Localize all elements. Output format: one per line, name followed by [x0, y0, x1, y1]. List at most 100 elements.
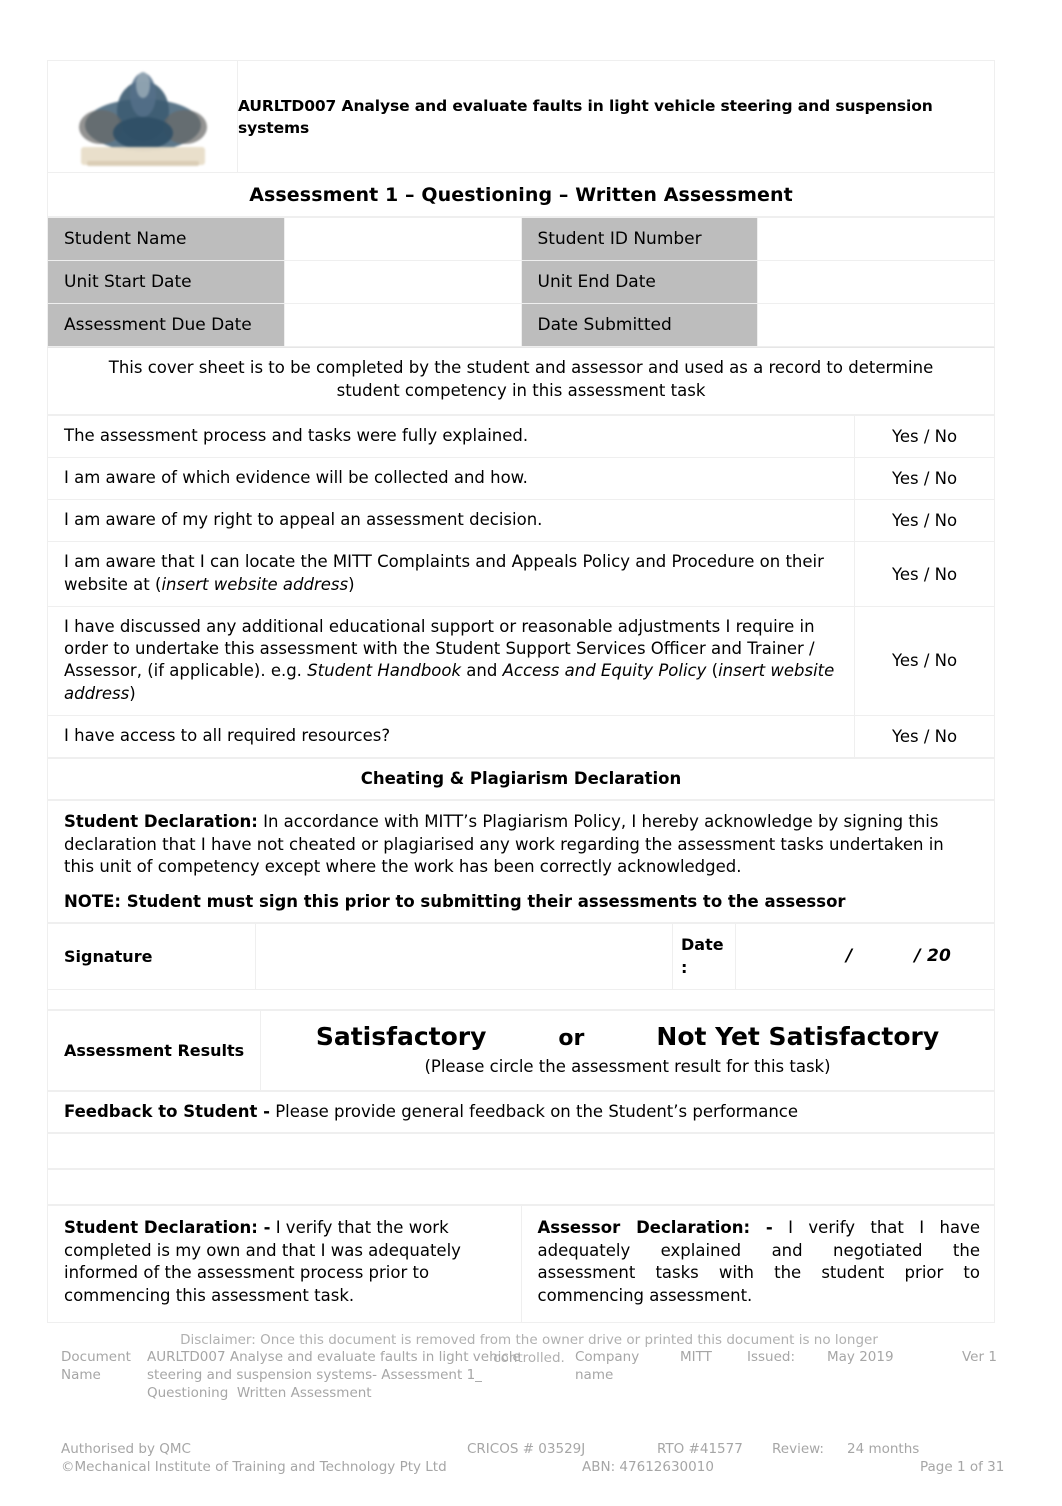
table-row: Student Name Student ID Number — [47, 217, 995, 261]
student-details-table: Student Name Student ID Number Unit Star… — [47, 217, 995, 347]
question-6-answer[interactable]: Yes / No — [854, 714, 995, 759]
feedback-input-row-2[interactable] — [47, 1168, 995, 1205]
input-student-name[interactable] — [283, 217, 522, 261]
label-assessment-results: Assessment Results — [47, 1009, 261, 1091]
footer-issued-label: Issued: — [747, 1349, 796, 1365]
question-5-text: I have discussed any additional educatio… — [47, 605, 855, 716]
footer-row-2: Authorised by QMC CRICOS # 03529J RTO #4… — [47, 1441, 1015, 1459]
input-signature[interactable] — [255, 922, 673, 990]
feedback-instruction: Please provide general feedback on the S… — [269, 1101, 799, 1121]
input-unit-start-date[interactable] — [283, 260, 522, 304]
footer-abn: ABN: 47612630010 — [582, 1459, 714, 1475]
plagiarism-note: NOTE: Student must sign this prior to su… — [64, 891, 846, 911]
logo-cell — [47, 60, 238, 173]
input-date-submitted[interactable] — [757, 303, 995, 347]
table-row: I am aware of which evidence will be col… — [47, 456, 995, 501]
final-declarations-table: Student Declaration: - I verify that the… — [47, 1204, 995, 1324]
table-row: I am aware of my right to appeal an asse… — [47, 499, 995, 543]
student-declaration-label: Student Declaration: — [64, 812, 258, 832]
label-assessment-due-date: Assessment Due Date — [47, 303, 285, 347]
spacer-cell — [47, 988, 995, 1010]
feedback-label: Feedback to Student - — [64, 1101, 270, 1121]
label-unit-start-date: Unit Start Date — [47, 260, 285, 304]
question-4-text: I am aware that I can locate the MITT Co… — [47, 541, 855, 607]
plagiarism-heading: Cheating & Plagiarism Declaration — [47, 758, 995, 801]
label-student-id: Student ID Number — [520, 217, 759, 261]
option-satisfactory[interactable]: Satisfactory — [316, 1022, 487, 1051]
table-row: I have access to all required resources?… — [47, 714, 995, 759]
label-signature: Signature — [47, 922, 256, 990]
table-row: Assessment Due Date Date Submitted — [47, 303, 995, 347]
assessment-title-row: Assessment 1 – Questioning – Written Ass… — [47, 172, 995, 217]
declaration-questions-table: The assessment process and tasks were fu… — [47, 414, 995, 759]
footer-review-value: 24 months — [847, 1441, 920, 1457]
date-year-suffix: / 20 — [914, 946, 952, 967]
unit-title-cell: AURLTD007 Analyse and evaluate faults in… — [237, 60, 995, 173]
footer-review-label: Review: — [772, 1441, 824, 1457]
question-3-answer[interactable]: Yes / No — [854, 499, 995, 543]
question-4-text-italic: insert website address — [161, 574, 349, 594]
cover-sheet-note: This cover sheet is to be completed by t… — [47, 347, 995, 415]
label-unit-end-date: Unit End Date — [520, 260, 759, 304]
footer-doc-name-value: AURLTD007 Analyse and evaluate faults in… — [147, 1349, 526, 1401]
result-conjunction: or — [558, 1026, 585, 1052]
input-date-slots[interactable]: / / 20 — [735, 922, 995, 990]
table-row: I am aware that I can locate the MITT Co… — [47, 541, 995, 607]
footer-meta-grid: Document Name AURLTD007 Analyse and eval… — [47, 1349, 1015, 1475]
footer-company-label: Company name — [575, 1349, 644, 1383]
footer-authorised-by: Authorised by QMC — [61, 1441, 191, 1457]
question-2-text: I am aware of which evidence will be col… — [47, 456, 855, 501]
student-plagiarism-declaration: Student Declaration: In accordance with … — [64, 811, 978, 878]
date-slash-1: / — [846, 946, 853, 967]
footer-issued-value: May 2019 — [827, 1349, 894, 1365]
footer-row-3: ©Mechanical Institute of Training and Te… — [47, 1459, 1015, 1477]
table-row: Assessment Results Satisfactory or Not Yet… — [47, 1009, 995, 1091]
question-4-answer[interactable]: Yes / No — [854, 541, 995, 607]
footer-cricos: CRICOS # 03529J — [467, 1441, 586, 1457]
question-5-italic-a: Student Handbook — [307, 661, 462, 681]
unit-title: AURLTD007 Analyse and evaluate faults in… — [238, 96, 933, 137]
question-5-text-d: ) — [129, 683, 136, 703]
question-3-text: I am aware of my right to appeal an asse… — [47, 499, 855, 543]
table-row: Signature Date : / / 20 — [47, 922, 995, 990]
footer-page-number: Page 1 of 31 — [920, 1459, 1005, 1475]
footer-row-1: Document Name AURLTD007 Analyse and eval… — [47, 1349, 1015, 1401]
student-final-declaration: Student Declaration: - I verify that the… — [47, 1204, 522, 1324]
input-assessment-due-date[interactable] — [283, 303, 522, 347]
table-row: The assessment process and tasks were fu… — [47, 414, 995, 458]
feedback-input-row-1[interactable] — [47, 1132, 995, 1169]
question-6-text: I have access to all required resources? — [47, 714, 855, 759]
header-row: AURLTD007 Analyse and evaluate faults in… — [47, 60, 995, 173]
assessment-title: Assessment 1 – Questioning – Written Ass… — [249, 183, 793, 206]
table-row: Student Declaration: - I verify that the… — [47, 1204, 995, 1324]
student-final-declaration-label: Student Declaration: - — [64, 1217, 271, 1237]
document-body: AURLTD007 Analyse and evaluate faults in… — [47, 60, 995, 1324]
question-5-italic-b: Access and Equity Policy — [502, 661, 707, 681]
spacer-row — [47, 988, 995, 1010]
table-row: Unit Start Date Unit End Date — [47, 260, 995, 304]
input-unit-end-date[interactable] — [757, 260, 995, 304]
question-1-text: The assessment process and tasks were fu… — [47, 414, 855, 458]
question-1-answer[interactable]: Yes / No — [854, 414, 995, 458]
assessor-final-declaration: Assessor Declaration: - I verify that I … — [520, 1204, 995, 1324]
footer-copyright: ©Mechanical Institute of Training and Te… — [61, 1459, 447, 1475]
assessment-results-table: Assessment Results Satisfactory or Not Yet… — [47, 1009, 995, 1091]
plagiarism-declaration-block: Student Declaration: In accordance with … — [47, 800, 995, 923]
question-5-text-b: and — [461, 661, 503, 681]
mitt-logo — [56, 64, 229, 169]
question-5-answer[interactable]: Yes / No — [854, 605, 995, 716]
assessment-title-cell: Assessment 1 – Questioning – Written Ass… — [47, 172, 995, 217]
footer-version: Ver 1 — [962, 1349, 997, 1365]
assessment-results-options: Satisfactory or Not Yet Satisfactory (Plea… — [260, 1009, 995, 1091]
label-student-name: Student Name — [47, 217, 285, 261]
table-row: I have discussed any additional educatio… — [47, 605, 995, 716]
result-options-row: Satisfactory or Not Yet Satisfactory — [271, 1022, 984, 1051]
footer-rto: RTO #41577 — [657, 1441, 743, 1457]
question-4-text-post: ) — [348, 574, 355, 594]
option-not-yet-satisfactory[interactable]: Not Yet Satisfactory — [656, 1022, 939, 1051]
input-student-id[interactable] — [757, 217, 995, 261]
result-instruction: (Please circle the assessment result for… — [424, 1057, 831, 1077]
question-2-answer[interactable]: Yes / No — [854, 456, 995, 501]
footer-doc-name-label: Document Name — [61, 1349, 136, 1383]
logo-graphic-icon — [56, 64, 229, 169]
